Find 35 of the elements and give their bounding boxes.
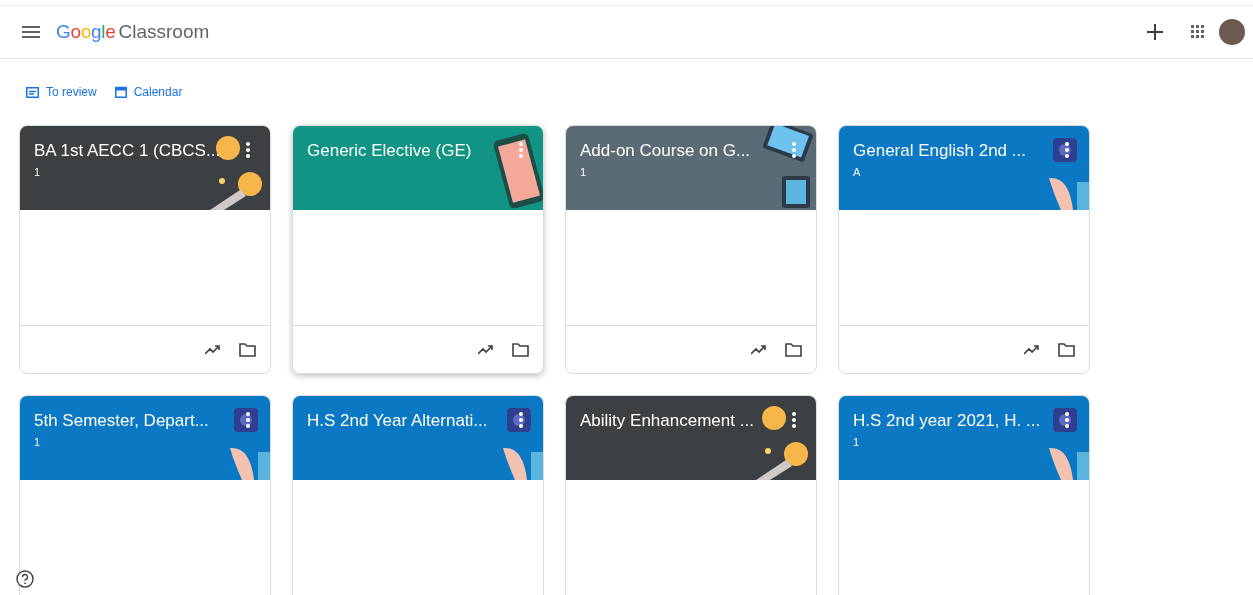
avatar[interactable] bbox=[1219, 19, 1245, 45]
course-card[interactable]: H.S 2nd Year Alternati... bbox=[292, 395, 544, 595]
course-section: 1 bbox=[34, 166, 256, 178]
help-icon[interactable] bbox=[16, 570, 34, 591]
course-card[interactable]: H.S 2nd year 2021, H. ... 1 bbox=[838, 395, 1090, 595]
course-card[interactable]: BA 1st AECC 1 (CBCS... 1 bbox=[19, 125, 271, 374]
course-card[interactable]: General English 2nd ... A bbox=[838, 125, 1090, 374]
more-icon[interactable] bbox=[792, 412, 796, 428]
course-section: 1 bbox=[34, 436, 256, 448]
course-title[interactable]: H.S 2nd Year Alternati... bbox=[307, 411, 488, 431]
more-icon[interactable] bbox=[1065, 412, 1069, 428]
brand-logo[interactable]: Google bbox=[56, 21, 116, 43]
course-title[interactable]: Add-on Course on G... bbox=[580, 141, 751, 161]
course-title[interactable]: Ability Enhancement ... bbox=[580, 411, 754, 431]
course-section: A bbox=[853, 166, 1075, 178]
folder-list-icon bbox=[26, 86, 39, 98]
calendar-icon bbox=[114, 86, 127, 98]
course-card[interactable]: Add-on Course on G... 1 bbox=[565, 125, 817, 374]
course-card[interactable]: Generic Elective (GE) bbox=[292, 125, 544, 374]
more-icon[interactable] bbox=[246, 412, 250, 428]
course-card[interactable]: 5th Semester, Depart... 1 bbox=[19, 395, 271, 595]
more-icon[interactable] bbox=[519, 412, 523, 428]
course-title[interactable]: BA 1st AECC 1 (CBCS... bbox=[34, 141, 221, 161]
course-title[interactable]: Generic Elective (GE) bbox=[307, 141, 472, 161]
more-icon[interactable] bbox=[1065, 142, 1069, 158]
more-icon[interactable] bbox=[246, 142, 250, 158]
nav-link[interactable]: Calendar bbox=[114, 85, 183, 99]
course-card[interactable]: Ability Enhancement ... bbox=[565, 395, 817, 595]
course-section: 1 bbox=[580, 166, 802, 178]
course-title[interactable]: 5th Semester, Depart... bbox=[34, 411, 209, 431]
nav-link[interactable]: To review bbox=[26, 85, 97, 99]
course-title[interactable]: General English 2nd ... bbox=[853, 141, 1026, 161]
course-section: 1 bbox=[853, 436, 1075, 448]
course-title[interactable]: H.S 2nd year 2021, H. ... bbox=[853, 411, 1041, 431]
product-name: Classroom bbox=[118, 21, 210, 43]
